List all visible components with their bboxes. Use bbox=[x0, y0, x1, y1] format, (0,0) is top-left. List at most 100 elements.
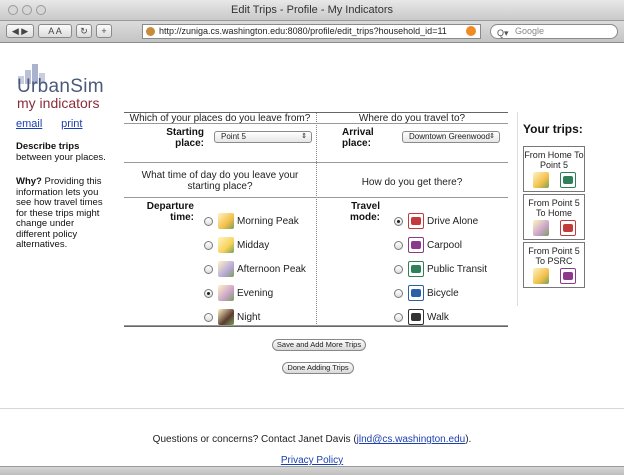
departure-radio[interactable] bbox=[204, 288, 213, 298]
midday-sun-icon bbox=[218, 237, 234, 253]
departure-radio[interactable] bbox=[204, 312, 213, 322]
print-link[interactable]: print bbox=[61, 118, 82, 130]
departure-option[interactable]: Evening bbox=[204, 283, 273, 303]
starting-place-label: Starting place: bbox=[166, 127, 204, 149]
travel-mode-radio[interactable] bbox=[394, 216, 403, 226]
bicycle-icon bbox=[408, 285, 424, 301]
departure-option-label: Evening bbox=[237, 287, 274, 299]
done-adding-trips-button[interactable]: Done Adding Trips bbox=[282, 362, 354, 374]
trip-card[interactable]: From Home To Point 5 bbox=[523, 146, 585, 192]
bus-icon bbox=[559, 172, 576, 188]
trip-card-label: From Point 5 To PSRC bbox=[528, 246, 580, 266]
privacy-policy-link[interactable]: Privacy Policy bbox=[281, 455, 343, 466]
car-icon bbox=[559, 220, 576, 236]
logo-tagline: my indicators bbox=[17, 95, 100, 111]
travel-mode-option[interactable]: Walk bbox=[394, 307, 449, 327]
departure-option-label: Midday bbox=[237, 239, 270, 251]
browser-toolbar: ◀ ▶ A A ↻ + http://zuniga.cs.washington.… bbox=[0, 21, 624, 43]
travel-mode-radio[interactable] bbox=[394, 264, 403, 274]
reload-icon[interactable]: ↻ bbox=[76, 24, 92, 38]
travel-to-question: Where do you travel to? bbox=[358, 113, 466, 124]
privacy-line: Privacy Policy bbox=[0, 455, 624, 466]
travel-mode-option[interactable]: Drive Alone bbox=[394, 211, 478, 231]
contact-email-link[interactable]: jlnd@cs.washington.edu bbox=[357, 434, 466, 445]
why-title: Why? bbox=[16, 176, 42, 187]
chevron-updown-icon: ⇕ bbox=[489, 133, 495, 140]
bus-icon bbox=[408, 261, 424, 277]
departure-option[interactable]: Morning Peak bbox=[204, 211, 299, 231]
arrival-place-value: Downtown Greenwood bbox=[409, 132, 490, 141]
describe-trips-text: Describe trips between your places. bbox=[16, 141, 110, 163]
carpool-icon bbox=[408, 237, 424, 253]
morning-peak-icon bbox=[218, 213, 234, 229]
forward-arrow-icon[interactable]: ▶ bbox=[21, 26, 28, 37]
back-forward-buttons[interactable]: ◀ ▶ bbox=[6, 24, 34, 38]
column-divider bbox=[316, 113, 317, 326]
site-favicon-icon bbox=[146, 27, 155, 36]
travel-mode-option-label: Carpool bbox=[427, 239, 463, 251]
rss-icon[interactable] bbox=[466, 26, 476, 36]
trip-card[interactable]: From Point 5 To Home bbox=[523, 194, 585, 240]
travel-mode-label: Travel mode: bbox=[350, 201, 380, 223]
add-bookmark-icon[interactable]: + bbox=[96, 24, 112, 38]
morning-peak-icon bbox=[532, 268, 549, 284]
title-bar: Edit Trips - Profile - My Indicators bbox=[0, 0, 624, 21]
url-text: http://zuniga.cs.washington.edu:8080/pro… bbox=[159, 26, 447, 36]
search-placeholder: Google bbox=[515, 26, 545, 36]
departure-option[interactable]: Midday bbox=[204, 235, 269, 255]
carpool-icon bbox=[559, 268, 576, 284]
browser-window: Edit Trips - Profile - My Indicators ◀ ▶… bbox=[0, 0, 624, 475]
trip-card-label: From Home To Point 5 bbox=[524, 150, 584, 170]
back-arrow-icon[interactable]: ◀ bbox=[12, 26, 19, 37]
travel-mode-option[interactable]: Carpool bbox=[394, 235, 462, 255]
describe-trips-body: between your places. bbox=[16, 151, 106, 163]
footer-divider bbox=[0, 408, 624, 409]
arrival-place-label: Arrival place: bbox=[342, 127, 374, 149]
why-body: Providing this information lets you see … bbox=[16, 176, 103, 250]
travel-mode-option[interactable]: Public Transit bbox=[394, 259, 487, 279]
contact-suffix: ). bbox=[465, 434, 472, 445]
travel-mode-option-label: Drive Alone bbox=[427, 215, 479, 227]
travel-mode-radio[interactable] bbox=[394, 288, 403, 298]
leave-from-question: Which of your places do you leave from? bbox=[129, 113, 311, 124]
window-title: Edit Trips - Profile - My Indicators bbox=[231, 4, 393, 16]
travel-mode-radio[interactable] bbox=[394, 240, 403, 250]
contact-line: Questions or concerns? Contact Janet Dav… bbox=[0, 434, 624, 445]
save-add-more-trips-button[interactable]: Save and Add More Trips bbox=[272, 339, 366, 351]
travel-mode-option[interactable]: Bicycle bbox=[394, 283, 459, 303]
contact-prefix: Questions or concerns? Contact Janet Dav… bbox=[152, 434, 357, 445]
walk-icon bbox=[408, 309, 424, 325]
time-of-day-question: What time of day do you leave your start… bbox=[141, 170, 299, 192]
afternoon-peak-icon bbox=[218, 261, 234, 277]
travel-mode-option-label: Public Transit bbox=[427, 263, 488, 275]
trip-card[interactable]: From Point 5 To PSRC bbox=[523, 242, 585, 288]
travel-mode-option-label: Bicycle bbox=[427, 287, 459, 299]
departure-radio[interactable] bbox=[204, 264, 213, 274]
morning-peak-icon bbox=[532, 172, 549, 188]
travel-mode-radio[interactable] bbox=[394, 312, 403, 322]
urbansim-logo[interactable]: UrbanSim my indicators bbox=[14, 52, 124, 111]
trip-card-label: From Point 5 To Home bbox=[528, 198, 580, 218]
evening-icon bbox=[218, 285, 234, 301]
your-trips-panel: Your trips: From Home To Point 5 From Poi… bbox=[517, 112, 615, 306]
departure-radio[interactable] bbox=[204, 216, 213, 226]
describe-trips-title: Describe trips bbox=[16, 141, 80, 152]
departure-option[interactable]: Afternoon Peak bbox=[204, 259, 306, 279]
arrival-place-select[interactable]: Downtown Greenwood ⇕ bbox=[402, 131, 500, 143]
sidebar: email print Describe trips between your … bbox=[16, 118, 110, 259]
address-bar[interactable]: http://zuniga.cs.washington.edu:8080/pro… bbox=[142, 24, 481, 39]
search-input[interactable]: Q▾ Google bbox=[490, 24, 618, 39]
your-trips-title: Your trips: bbox=[523, 122, 583, 136]
evening-icon bbox=[532, 220, 549, 236]
email-link[interactable]: email bbox=[16, 118, 42, 130]
starting-place-value: Point 5 bbox=[221, 132, 246, 141]
departure-option-label: Morning Peak bbox=[237, 215, 299, 227]
travel-mode-option-label: Walk bbox=[427, 311, 449, 323]
starting-place-select[interactable]: Point 5 ⇕ bbox=[214, 131, 312, 143]
departure-option[interactable]: Night bbox=[204, 307, 260, 327]
departure-radio[interactable] bbox=[204, 240, 213, 250]
car-icon bbox=[408, 213, 424, 229]
chevron-updown-icon: ⇕ bbox=[301, 133, 307, 140]
text-size-button[interactable]: A A bbox=[38, 24, 72, 38]
departure-option-label: Night bbox=[237, 311, 261, 323]
